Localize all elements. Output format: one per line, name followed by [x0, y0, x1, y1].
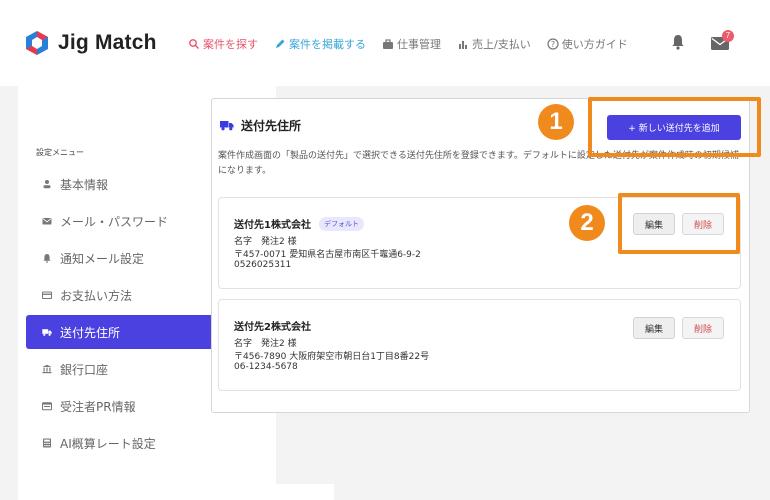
nav-post-job-label: 案件を掲載する — [289, 38, 366, 51]
sidebar-item-shipping-address[interactable]: 送付先住所 — [26, 315, 216, 349]
address-company: 送付先2株式会社 — [234, 318, 311, 333]
main-nav: 案件を探す 案件を掲載する 仕事管理 売上/支払い ? 使い方ガイド — [188, 36, 644, 52]
address-card: 送付先2株式会社 名字 発注2 様 〒456-7890 大阪府架空市朝日台1丁目… — [218, 299, 741, 391]
mail-badge: 7 — [722, 30, 734, 42]
sidebar-item-pr-info[interactable]: 受注者PR情報 — [26, 389, 216, 423]
sidebar-item-bank-account[interactable]: 銀行口座 — [26, 352, 216, 386]
app-name: Jig Match — [58, 31, 157, 54]
address-company: 送付先1株式会社 デフォルト — [234, 216, 364, 231]
address-recipient: 名字 発注2 様 — [234, 237, 297, 247]
bell-icon[interactable] — [671, 34, 685, 50]
nav-sales-payments[interactable]: 売上/支払い — [457, 36, 531, 52]
svg-text:?: ? — [551, 40, 555, 49]
sidebar-item-notification-mail[interactable]: 通知メール設定 — [26, 241, 216, 275]
briefcase-icon — [383, 39, 393, 49]
envelope-icon — [42, 218, 52, 225]
nav-work-management[interactable]: 仕事管理 — [382, 36, 441, 52]
search-icon — [189, 39, 199, 49]
nav-work-management-label: 仕事管理 — [397, 38, 441, 51]
page-title-text: 送付先住所 — [241, 119, 302, 133]
address-recipient: 名字 発注2 様 — [234, 339, 297, 349]
bell-icon — [43, 254, 51, 263]
page: Jig Match 案件を探す 案件を掲載する 仕事管理 売上/支払い ? 使い… — [0, 0, 770, 500]
sidebar-item-label: AI概算レート設定 — [60, 436, 156, 451]
nav-find-jobs-label: 案件を探す — [203, 38, 258, 51]
sidebar-item-label: 受注者PR情報 — [60, 399, 136, 414]
sidebar-item-basic-info[interactable]: 基本情報 — [26, 167, 216, 201]
sidebar-title: 設定メニュー — [36, 148, 84, 157]
annotation-step-1: 1 — [538, 104, 574, 140]
annotation-box-2 — [618, 193, 740, 254]
bar-chart-icon — [459, 41, 467, 49]
jig-match-logo-icon — [26, 31, 48, 55]
edit-button[interactable]: 編集 — [633, 317, 675, 339]
annotation-box-1 — [588, 97, 761, 157]
user-icon — [43, 180, 51, 189]
address-company-text: 送付先2株式会社 — [234, 322, 311, 333]
page-title: 送付先住所 — [220, 117, 301, 134]
nav-usage-guide-label: 使い方ガイド — [561, 38, 628, 51]
truck-icon — [42, 329, 52, 336]
nav-usage-guide[interactable]: ? 使い方ガイド — [547, 36, 628, 52]
address-line: 〒457-0071 愛知県名古屋市南区千竈通6-9-2 — [234, 250, 421, 260]
sidebar-item-label: 基本情報 — [60, 177, 109, 192]
sidebar-item-ai-rate[interactable]: AI概算レート設定 — [26, 426, 216, 460]
question-icon: ? — [547, 38, 559, 50]
sidebar-item-email-password[interactable]: メール・パスワード — [26, 204, 216, 238]
top-header: Jig Match 案件を探す 案件を掲載する 仕事管理 売上/支払い ? 使い… — [0, 0, 770, 86]
default-badge: デフォルト — [318, 216, 364, 231]
bank-icon — [42, 364, 52, 374]
address-company-text: 送付先1株式会社 — [234, 220, 311, 231]
app-logo[interactable]: Jig Match — [24, 30, 157, 56]
pencil-icon — [276, 39, 285, 48]
credit-card-icon — [42, 291, 52, 299]
address-phone: 0526025311 — [234, 260, 292, 270]
sidebar-item-label: 通知メール設定 — [60, 251, 145, 266]
annotation-step-2: 2 — [569, 205, 605, 241]
address-phone: 06-1234-5678 — [234, 362, 298, 372]
nav-post-job[interactable]: 案件を掲載する — [274, 36, 366, 52]
sidebar-item-label: メール・パスワード — [60, 214, 169, 229]
sidebar-item-label: 銀行口座 — [60, 362, 109, 377]
truck-icon — [220, 121, 234, 131]
nav-find-jobs[interactable]: 案件を探す — [188, 36, 258, 52]
calculator-icon — [43, 438, 51, 448]
bottom-strip — [128, 484, 334, 500]
nav-sales-payments-label: 売上/支払い — [472, 38, 531, 51]
sidebar-item-label: お支払い方法 — [60, 288, 133, 303]
delete-button[interactable]: 削除 — [682, 317, 724, 339]
address-line: 〒456-7890 大阪府架空市朝日台1丁目8番22号 — [234, 352, 430, 362]
id-card-icon — [42, 402, 52, 411]
sidebar-item-label: 送付先住所 — [60, 325, 121, 340]
sidebar-item-payment-method[interactable]: お支払い方法 — [26, 278, 216, 312]
